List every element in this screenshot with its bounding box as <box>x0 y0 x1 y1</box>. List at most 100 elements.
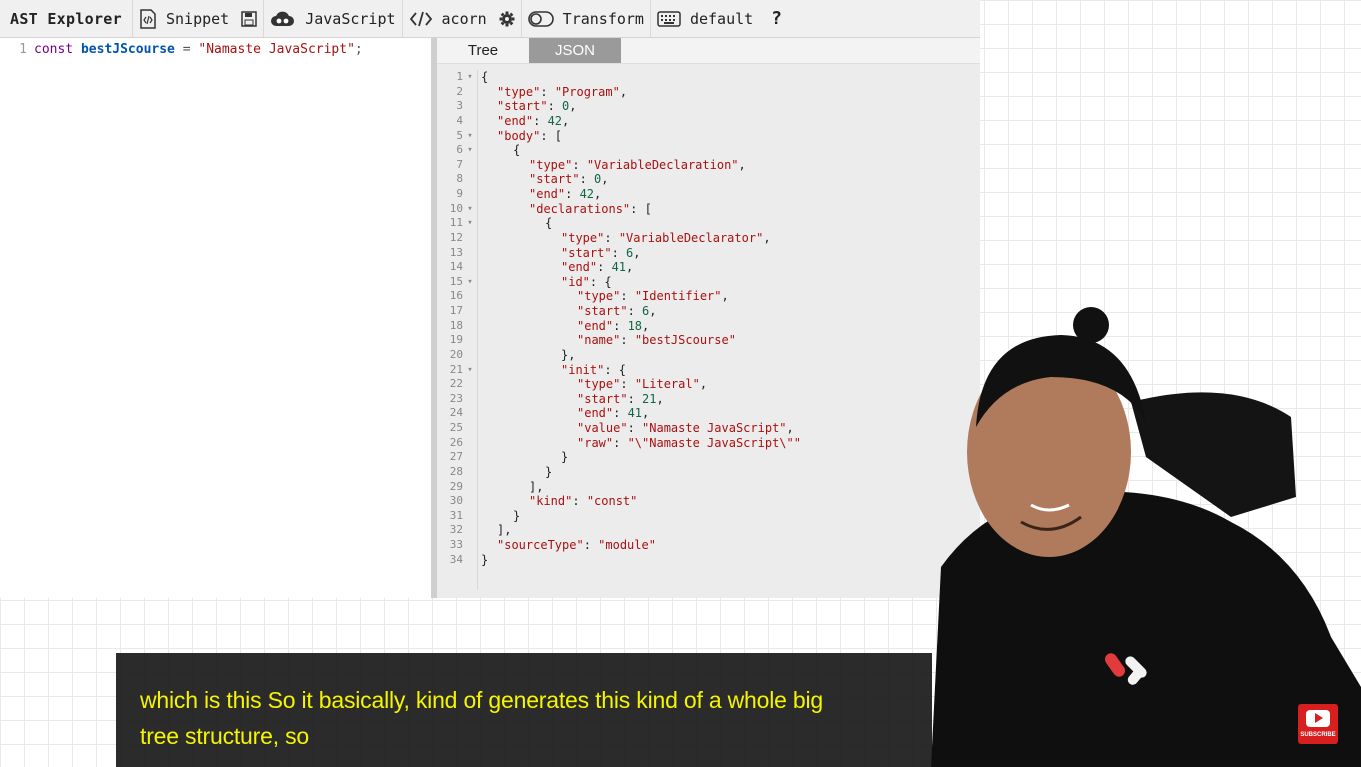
line-number: 1 <box>19 42 27 57</box>
json-punct: : <box>565 187 580 201</box>
json-code: "start": 6, <box>573 304 657 319</box>
json-line: 16 "type": "Identifier", <box>437 289 980 304</box>
json-key: "raw" <box>577 435 614 450</box>
code-editor[interactable]: 1 const bestJScourse = "Namaste JavaScri… <box>0 38 431 598</box>
json-code: "kind": "const" <box>525 494 637 509</box>
json-code: ], <box>493 523 511 538</box>
language-selector[interactable]: JavaScript <box>263 0 401 37</box>
json-punct: : <box>627 421 643 435</box>
json-number: 18 <box>627 318 643 333</box>
app-title: AST Explorer <box>10 9 122 28</box>
editor-code[interactable]: const bestJScourse = "Namaste JavaScript… <box>34 42 363 57</box>
terminator-token: ; <box>354 42 363 57</box>
json-punct: : <box>613 435 628 450</box>
json-line: 27} <box>437 450 980 465</box>
json-punct: : { <box>604 362 627 377</box>
json-line: 6 ▾{ <box>437 143 980 158</box>
output-panel: Tree JSON 1 ▾{2 "type": "Program", 3 "start"… <box>437 38 980 598</box>
editor-line: 1 const bestJScourse = "Namaste JavaScri… <box>0 42 431 57</box>
json-code: "end": 42, <box>525 187 601 202</box>
save-button[interactable] <box>235 0 263 37</box>
json-code: "end": 18, <box>573 319 649 334</box>
parser-label: acorn <box>441 9 487 28</box>
keymap-selector[interactable]: default <box>649 0 759 37</box>
identifier-token: bestJScourse <box>80 42 175 57</box>
parser-selector[interactable]: acorn <box>401 0 493 37</box>
json-code: "name": "bestJScourse" <box>573 333 736 348</box>
subscribe-button[interactable]: SUBSCRIBE <box>1298 704 1338 744</box>
json-string: "bestJScourse" <box>634 333 736 348</box>
json-punct: : <box>604 230 619 245</box>
json-punct: { <box>481 70 489 84</box>
json-line: 15 ▾ "id": { <box>437 275 980 290</box>
transform-toggle[interactable]: Transform <box>520 0 650 37</box>
json-line: 8 "start": 0, <box>437 172 980 187</box>
json-line: 26 "raw": "\"Namaste JavaScript\"" <box>437 436 980 451</box>
json-line: 32], <box>437 523 980 538</box>
json-number: 42 <box>547 113 563 128</box>
json-line: 19 "name": "bestJScourse" <box>437 333 980 348</box>
json-code: } <box>509 509 520 524</box>
gear-icon <box>499 11 515 27</box>
json-key: "end" <box>561 260 598 275</box>
json-punct: , <box>649 304 657 318</box>
subtitle-line-2: tree structure, so <box>140 723 309 749</box>
json-punct: } <box>481 552 489 567</box>
string-token: "Namaste JavaScript" <box>198 42 355 57</box>
toggle-icon <box>527 10 554 27</box>
json-code: "type": "Identifier", <box>573 289 729 304</box>
json-line: 5 ▾ "body": [ <box>437 129 980 144</box>
tab-tree[interactable]: Tree <box>437 38 529 63</box>
json-code: ], <box>525 480 543 495</box>
snippet-icon <box>139 8 157 29</box>
json-punct: : <box>627 391 643 406</box>
json-line: 30 "kind": "const" <box>437 494 980 509</box>
subtitle-line-1: which is this So it basically, kind of g… <box>140 687 824 713</box>
json-number: 41 <box>627 406 643 421</box>
json-punct: : { <box>589 274 612 289</box>
json-punct: : <box>627 304 643 318</box>
json-code: "id": { <box>557 275 612 290</box>
json-punct: , <box>699 377 708 392</box>
json-punct: : <box>547 99 563 114</box>
json-code: "init": { <box>557 363 626 378</box>
json-punct: , <box>601 172 609 187</box>
json-punct: : <box>583 538 599 552</box>
json-string: "Namaste JavaScript" <box>642 421 787 435</box>
json-punct: : <box>579 172 595 187</box>
json-key: "end" <box>577 318 614 333</box>
snippet-button[interactable]: Snippet <box>131 0 235 37</box>
json-string: "module" <box>598 538 656 552</box>
json-string: "Program" <box>554 84 620 99</box>
json-punct: : <box>620 333 635 348</box>
json-line: 11 ▾{ <box>437 216 980 231</box>
json-punct: : <box>572 157 587 172</box>
snippet-label: Snippet <box>165 9 230 28</box>
json-number: 41 <box>611 260 627 275</box>
json-punct: ], <box>529 479 544 494</box>
json-punct: , <box>642 406 650 421</box>
json-line: 21 ▾ "init": { <box>437 363 980 378</box>
json-line: 1 ▾{ <box>437 70 980 85</box>
json-punct: { <box>545 216 553 231</box>
parser-settings-button[interactable] <box>493 0 521 37</box>
json-punct: : [ <box>630 201 652 216</box>
json-code: "end": 41, <box>557 260 633 275</box>
output-tabs: Tree JSON <box>437 38 980 64</box>
language-label: JavaScript <box>305 9 396 28</box>
help-button[interactable]: ? <box>759 8 794 29</box>
json-punct: : <box>613 318 628 333</box>
keymap-label: default <box>689 9 754 28</box>
json-line: 20}, <box>437 348 980 363</box>
json-key: "end" <box>497 113 534 128</box>
json-key: "type" <box>577 289 621 304</box>
tab-json[interactable]: JSON <box>529 38 621 63</box>
json-punct: , <box>656 391 664 406</box>
json-code: "raw": "\"Namaste JavaScript\"" <box>573 436 801 451</box>
json-code: "end": 41, <box>573 406 649 421</box>
json-code: { <box>509 143 520 158</box>
json-line: 10 ▾ "declarations": [ <box>437 202 980 217</box>
json-view[interactable]: 1 ▾{2 "type": "Program", 3 "start": 0, 4 "end"… <box>437 64 980 590</box>
json-string: "VariableDeclaration" <box>586 157 739 172</box>
json-key: "name" <box>577 333 621 348</box>
